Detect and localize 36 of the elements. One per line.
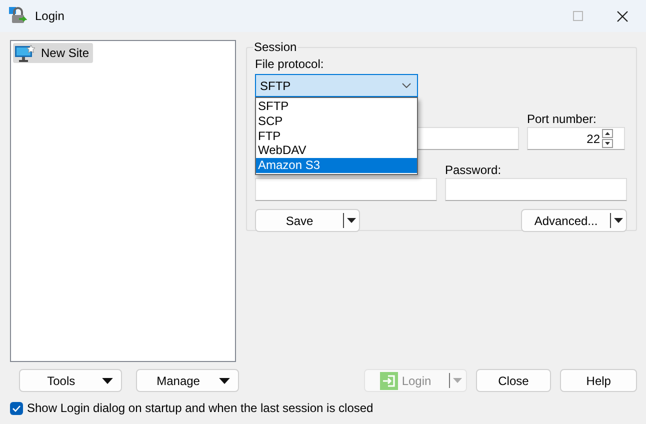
user-field[interactable] xyxy=(255,178,437,201)
caret-icon xyxy=(347,218,356,223)
protocol-dropdown[interactable]: SFTP xyxy=(255,74,418,97)
port-field[interactable]: 22 xyxy=(527,127,625,150)
spin-down-icon[interactable] xyxy=(602,139,613,148)
caret-icon xyxy=(614,218,623,223)
caret-icon xyxy=(219,378,230,384)
spin-up-icon[interactable] xyxy=(602,129,613,138)
dropdown-option[interactable]: SFTP xyxy=(256,99,417,114)
dialog-button[interactable]: Tools xyxy=(19,369,122,392)
dropdown-option[interactable]: WebDAV xyxy=(256,143,417,158)
field-label: Port number: xyxy=(527,111,598,127)
password-field[interactable] xyxy=(445,178,627,201)
dialog-button[interactable]: Help xyxy=(560,369,637,392)
window-title: Login xyxy=(35,9,64,23)
split-button[interactable]: Advanced... xyxy=(521,209,627,232)
caret-icon xyxy=(102,378,114,384)
dialog-button[interactable]: Close xyxy=(476,369,552,392)
field-label: Password: xyxy=(445,162,502,178)
field-label: File protocol: xyxy=(255,56,325,72)
caret-icon xyxy=(452,378,462,383)
site-item[interactable]: New Site xyxy=(13,43,94,63)
monitor-icon xyxy=(15,44,35,62)
login-icon xyxy=(380,372,398,390)
chevron-icon xyxy=(402,83,411,88)
split-button[interactable]: Save xyxy=(255,209,360,232)
checkbox-label: Show Login dialog on startup and when the last session is closed xyxy=(27,401,374,415)
close-icon[interactable] xyxy=(616,10,628,22)
dropdown-option[interactable]: FTP xyxy=(256,128,417,144)
checkmark-icon xyxy=(12,404,21,412)
dropdown-option[interactable]: Amazon S3 xyxy=(256,158,417,173)
checkbox[interactable] xyxy=(10,402,23,414)
dropdown-option[interactable]: SCP xyxy=(256,114,417,129)
dialog-button[interactable]: Manage xyxy=(136,369,240,392)
lock-icon xyxy=(9,7,27,25)
group-title: Session xyxy=(253,40,298,54)
